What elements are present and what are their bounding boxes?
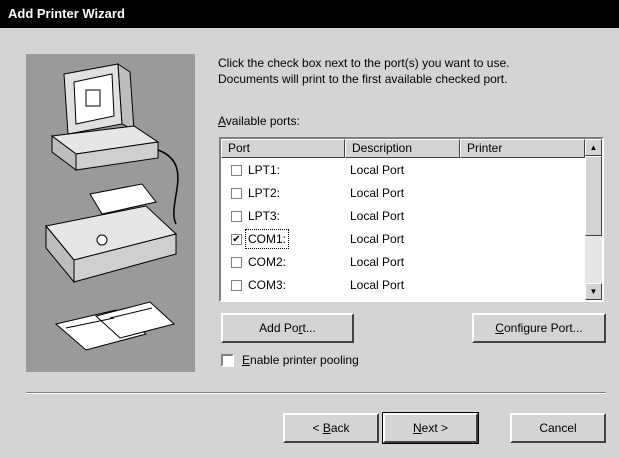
port-row-com3[interactable]: COM3: Local Port (221, 274, 581, 297)
arrow-down-icon: ▼ (589, 287, 598, 296)
scroll-thumb[interactable] (585, 156, 602, 236)
port-checkbox[interactable] (231, 188, 242, 199)
scroll-up-button[interactable]: ▲ (585, 139, 602, 156)
configure-port-button[interactable]: Configure Port... (472, 313, 606, 343)
port-name: LPT1: (248, 163, 281, 177)
add-port-button[interactable]: Add Port... (221, 313, 354, 343)
enable-pooling-checkbox[interactable] (221, 354, 234, 367)
port-row-com1[interactable]: ✔ COM1: Local Port (221, 228, 581, 251)
back-button[interactable]: < Back (283, 413, 379, 443)
column-header-printer[interactable]: Printer (460, 139, 585, 158)
port-checkbox[interactable] (231, 165, 242, 176)
port-name: COM1: (244, 229, 290, 249)
enable-pooling-label[interactable]: Enable printer pooling (242, 353, 359, 367)
instructions-text: Click the check box next to the port(s) … (218, 55, 608, 87)
port-description: Local Port (350, 278, 405, 292)
port-checkbox[interactable] (231, 211, 242, 222)
port-name: COM3: (248, 278, 287, 292)
port-row-lpt3[interactable]: LPT3: Local Port (221, 205, 581, 228)
column-header-description[interactable]: Description (345, 139, 460, 158)
port-name: LPT2: (248, 186, 281, 200)
instructions-line-2: Documents will print to the first availa… (218, 72, 508, 86)
printer-computer-illustration (45, 63, 179, 351)
port-checkbox[interactable] (231, 280, 242, 291)
column-header-port[interactable]: Port (221, 139, 345, 158)
port-row-com2[interactable]: COM2: Local Port (221, 251, 581, 274)
window-title: Add Printer Wizard (8, 6, 125, 21)
port-description: Local Port (350, 232, 405, 246)
port-checkbox-checked[interactable]: ✔ (231, 234, 242, 245)
port-row-lpt1[interactable]: LPT1: Local Port (221, 159, 581, 182)
wizard-illustration (26, 54, 195, 372)
port-name: LPT3: (248, 209, 281, 223)
port-description: Local Port (350, 209, 405, 223)
next-button[interactable]: Next > (382, 412, 479, 444)
cancel-button[interactable]: Cancel (510, 413, 606, 443)
title-bar: Add Printer Wizard (0, 0, 619, 28)
separator-line (26, 392, 606, 394)
instructions-line-1: Click the check box next to the port(s) … (218, 56, 510, 70)
port-name: COM2: (248, 255, 287, 269)
port-description: Local Port (350, 186, 405, 200)
available-ports-label: Available ports: (218, 114, 300, 128)
port-row-lpt2[interactable]: LPT2: Local Port (221, 182, 581, 205)
port-description: Local Port (350, 163, 405, 177)
port-description: Local Port (350, 255, 405, 269)
ports-listview[interactable]: Port Description Printer LPT1: Local Por… (219, 137, 604, 302)
arrow-up-icon: ▲ (589, 143, 598, 152)
port-checkbox[interactable] (231, 257, 242, 268)
vertical-scrollbar[interactable]: ▲ ▼ (585, 139, 602, 300)
checkmark-icon: ✔ (232, 234, 241, 245)
scroll-down-button[interactable]: ▼ (585, 283, 602, 300)
